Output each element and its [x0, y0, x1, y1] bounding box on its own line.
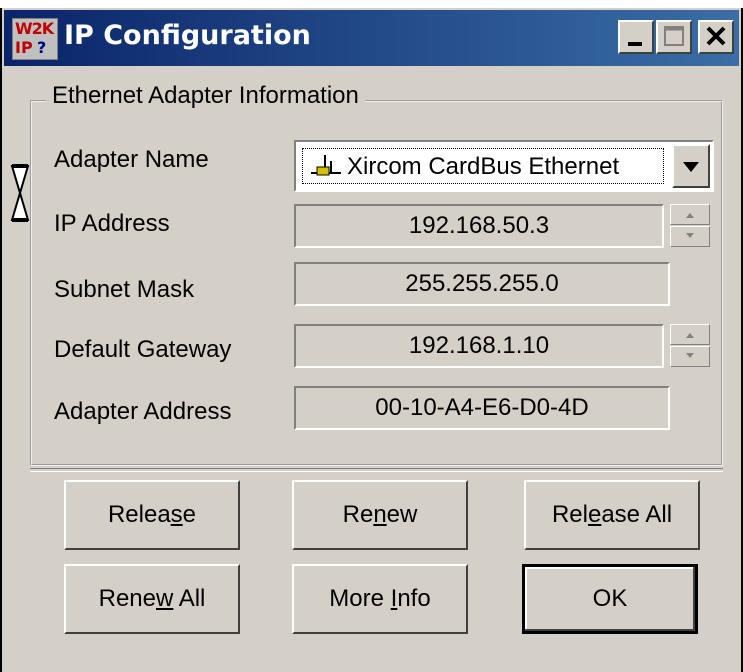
spinner-up-button[interactable] — [670, 324, 710, 345]
dropdown-button[interactable] — [672, 144, 710, 188]
arrow-up-icon — [686, 333, 694, 338]
ok-button[interactable]: OK — [522, 564, 698, 634]
close-button[interactable] — [698, 20, 734, 54]
more-info-button[interactable]: More Info — [292, 564, 468, 634]
arrow-down-icon — [686, 233, 694, 238]
more-info-label-post: nfo — [397, 585, 431, 612]
app-icon-text-top: W2K — [15, 19, 54, 38]
ip-address-spinner[interactable] — [670, 204, 710, 248]
renew-all-button[interactable]: Renew All — [64, 564, 240, 634]
renew-all-label-hotkey: w — [156, 585, 174, 612]
window-title: IP Configuration — [64, 20, 311, 51]
renew-all-label-post: All — [173, 585, 206, 612]
minimize-icon — [628, 42, 642, 46]
ip-address-label: IP Address — [54, 210, 170, 237]
release-all-button[interactable]: Release All — [524, 480, 700, 550]
subnet-mask-label: Subnet Mask — [54, 276, 195, 303]
close-icon — [706, 26, 726, 46]
renew-button[interactable]: Renew — [292, 480, 468, 550]
renew-label-post: ew — [386, 501, 418, 528]
hourglass-cursor-icon — [10, 164, 30, 222]
minimize-button[interactable] — [618, 20, 654, 54]
renew-label-pre: Re — [342, 501, 374, 528]
ip-address-field: 192.168.50.3 — [294, 204, 664, 248]
maximize-icon — [664, 26, 684, 46]
separator — [30, 468, 723, 472]
title-bar[interactable]: W2K IP ? IP Configuration — [4, 10, 739, 66]
adapter-name-selection: Xircom CardBus Ethernet — [302, 148, 664, 184]
release-button[interactable]: Release — [64, 480, 240, 550]
renew-all-label-pre: Rene — [98, 585, 156, 612]
default-gateway-field: 192.168.1.10 — [294, 324, 664, 368]
release-label-post: e — [182, 501, 197, 528]
groupbox-legend: Ethernet Adapter Information — [46, 82, 365, 110]
default-gateway-spinner[interactable] — [670, 324, 710, 368]
default-gateway-label: Default Gateway — [54, 336, 232, 363]
renew-label-hotkey: n — [373, 501, 387, 528]
adapter-name-dropdown[interactable]: Xircom CardBus Ethernet — [294, 140, 714, 192]
more-info-label-pre: More — [329, 585, 391, 612]
release-all-label-hotkey: e — [587, 501, 602, 528]
network-adapter-icon — [311, 155, 341, 176]
arrow-up-icon — [686, 213, 694, 218]
ip-configuration-window: W2K IP ? IP Configuration Ethernet Adapt… — [0, 8, 743, 672]
chevron-down-icon — [683, 162, 699, 172]
adapter-name-value: Xircom CardBus Ethernet — [347, 153, 620, 180]
spinner-up-button[interactable] — [670, 204, 710, 225]
spinner-down-button[interactable] — [670, 226, 710, 247]
adapter-name-label: Adapter Name — [54, 146, 209, 173]
screen-top-strip — [0, 0, 743, 8]
app-icon: W2K IP ? — [12, 18, 58, 60]
app-icon-question: ? — [37, 38, 47, 57]
spinner-down-button[interactable] — [670, 346, 710, 367]
arrow-down-icon — [686, 353, 694, 358]
release-all-label-pre: Rel — [551, 501, 588, 528]
app-icon-text-bottom: IP — [15, 38, 33, 57]
release-all-label-post: ase All — [601, 501, 673, 528]
release-label-hotkey: s — [170, 501, 183, 528]
subnet-mask-field: 255.255.255.0 — [294, 262, 670, 306]
adapter-address-field: 00-10-A4-E6-D0-4D — [294, 386, 670, 430]
release-label-pre: Relea — [107, 501, 171, 528]
maximize-button[interactable] — [656, 20, 692, 54]
adapter-address-label: Adapter Address — [54, 398, 232, 425]
